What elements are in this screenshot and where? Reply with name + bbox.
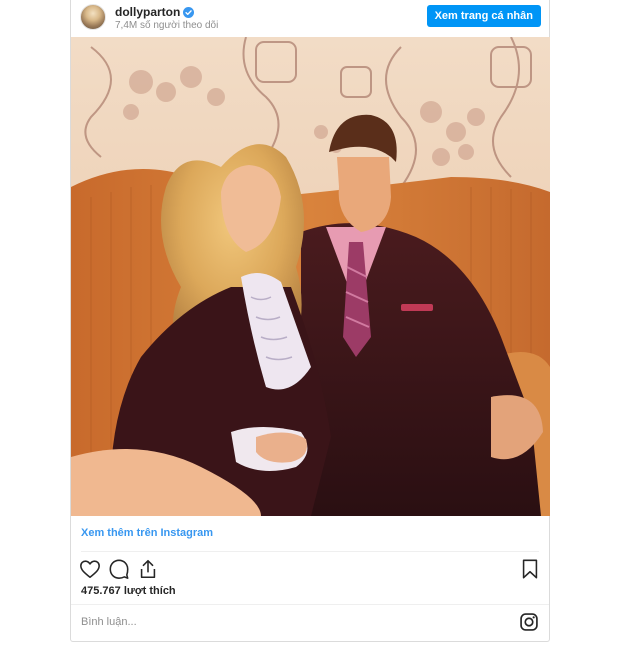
comment-input[interactable]: Bình luận... <box>81 616 137 628</box>
like-count[interactable]: 475.767 lượt thích <box>81 585 176 597</box>
bookmark-icon[interactable] <box>519 558 541 580</box>
post-header: dollyparton 7,4M số người theo dõi Xem t… <box>71 0 549 37</box>
comment-bubble-icon[interactable] <box>108 558 130 580</box>
action-bar <box>79 558 541 580</box>
divider <box>71 604 549 605</box>
instagram-embed: dollyparton 7,4M số người theo dõi Xem t… <box>70 0 550 642</box>
verified-badge-icon <box>183 6 195 18</box>
username-row[interactable]: dollyparton <box>115 5 195 19</box>
avatar[interactable] <box>80 4 106 30</box>
post-photo-image <box>71 37 550 516</box>
heart-icon[interactable] <box>79 558 101 580</box>
post-photo[interactable] <box>71 37 550 516</box>
view-more-on-instagram-link[interactable]: Xem thêm trên Instagram <box>81 527 213 539</box>
username[interactable]: dollyparton <box>115 5 180 19</box>
follower-count: 7,4M số người theo dõi <box>115 20 219 31</box>
view-profile-button[interactable]: Xem trang cá nhân <box>426 5 541 27</box>
divider <box>81 551 539 552</box>
instagram-logo-icon[interactable] <box>519 612 539 632</box>
share-icon[interactable] <box>137 558 159 580</box>
